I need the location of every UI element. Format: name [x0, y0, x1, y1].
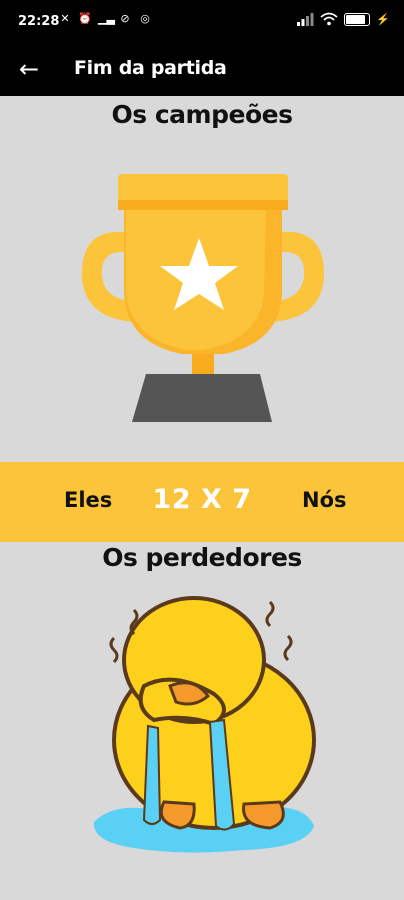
charging-icon: ⚡ [376, 13, 390, 26]
app-bar: ← Fim da partida [0, 44, 404, 96]
score-band: Eles 12 X 7 Nós [0, 462, 404, 542]
sync-off-icon: ⊘ [120, 12, 130, 25]
alarm-icon: ⏰ [78, 12, 92, 25]
battery-icon [344, 12, 371, 26]
mute-icon: ✕ [60, 12, 70, 25]
crying-duck-sticker [93, 596, 316, 853]
team-right-name: Nós [302, 488, 347, 512]
data-saver-icon: ◎ [140, 12, 150, 25]
losers-title: Os perdedores [102, 543, 302, 572]
status-time: 22:28 [18, 14, 60, 29]
status-icons-right: ⚡ [296, 12, 390, 26]
status-bar: 22:28 ✕ ⏰ ▁▃ ⊘ ◎ ⚡ [0, 0, 404, 44]
winners-title: Os campeões [111, 100, 293, 129]
cell-signal-icon [297, 13, 314, 26]
trophy-star-icon [81, 174, 325, 422]
page-title: Fim da partida [74, 57, 227, 79]
wifi-icon [320, 12, 338, 26]
signal-small-icon: ▁▃ [98, 12, 115, 25]
battery-level [346, 14, 366, 24]
back-arrow-icon[interactable]: ← [14, 56, 44, 84]
status-icons-left: ✕ ⏰ ▁▃ ⊘ ◎ [58, 12, 152, 26]
